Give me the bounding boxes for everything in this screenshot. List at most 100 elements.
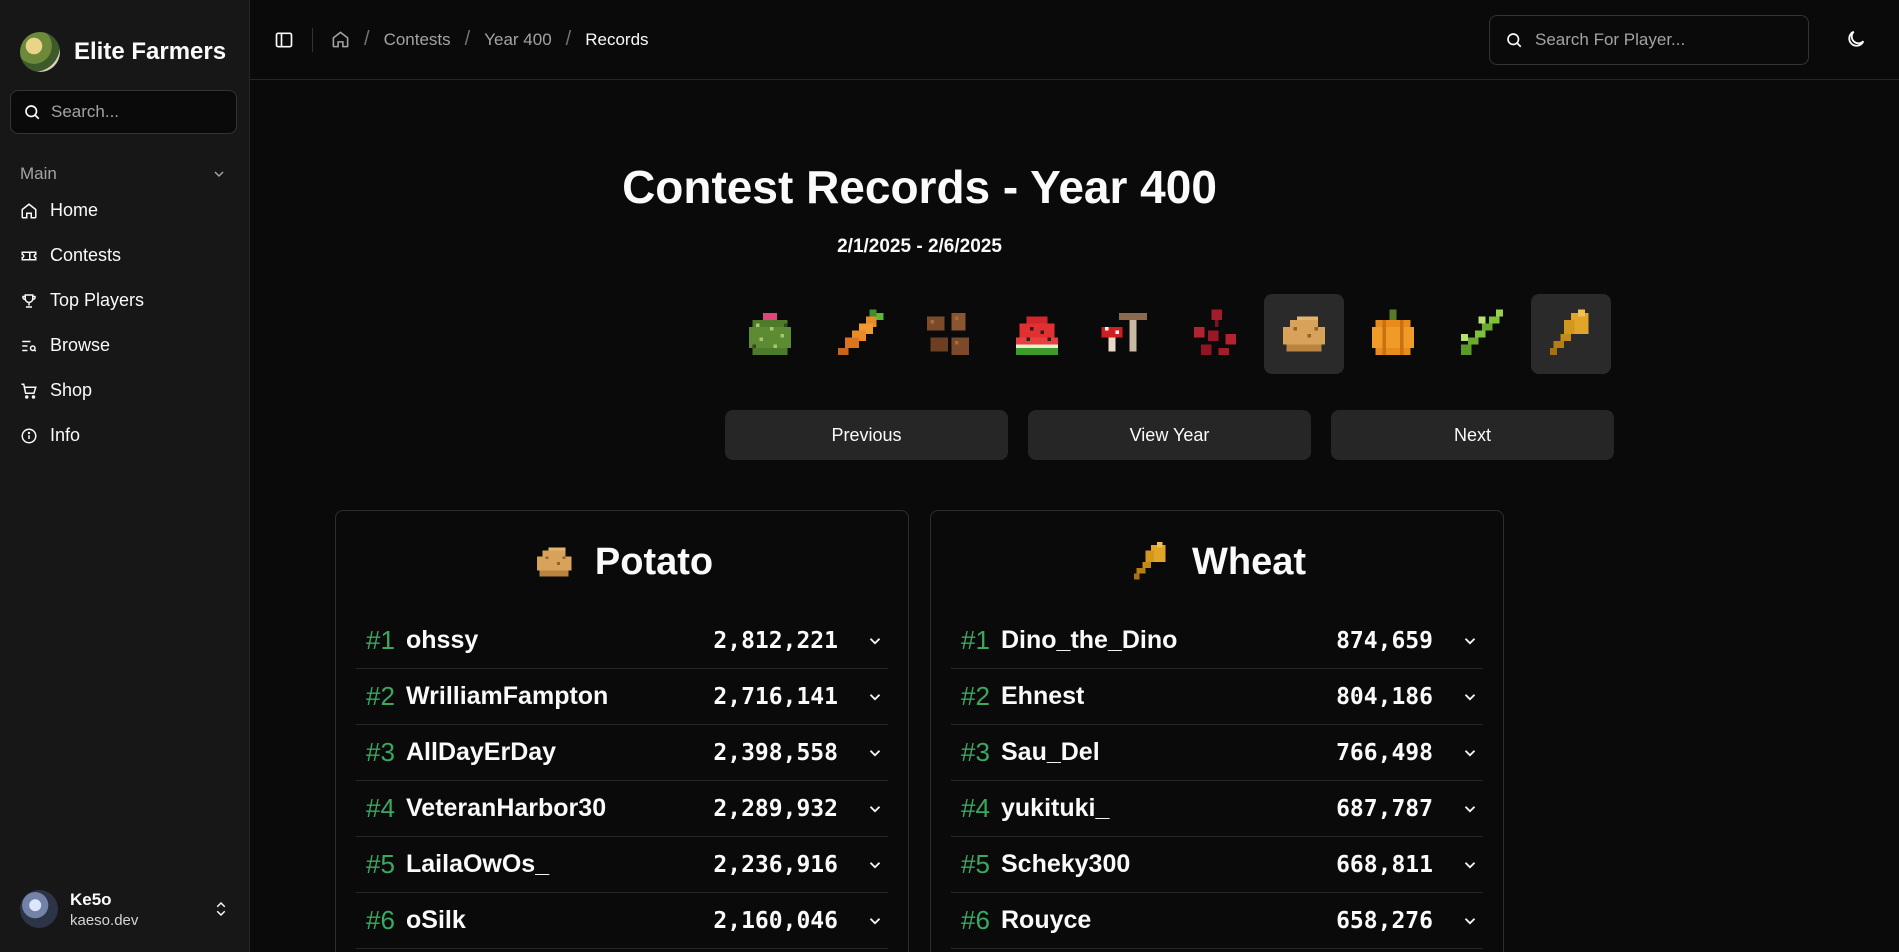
score: 804,186 xyxy=(1336,683,1433,710)
rank: #3 xyxy=(961,737,990,767)
user-subtitle: kaeso.dev xyxy=(70,911,139,929)
breadcrumb-separator: / xyxy=(464,28,471,50)
chevron-down-icon[interactable] xyxy=(866,800,884,818)
card-header: Potato xyxy=(336,511,908,599)
crop-selector xyxy=(730,294,1611,374)
search-icon xyxy=(1507,33,1522,48)
nav-group-main[interactable]: Main xyxy=(0,164,249,184)
player-name: Dino_the_Dino xyxy=(1001,626,1178,654)
sidebar-item-label: Home xyxy=(50,200,99,220)
avatar xyxy=(20,890,58,928)
player-name: Rouyce xyxy=(1001,906,1092,934)
player-name: oSilk xyxy=(406,906,466,934)
table-row[interactable]: #4 VeteranHarbor30 2,289,932 xyxy=(356,781,888,837)
chevron-down-icon[interactable] xyxy=(866,744,884,762)
breadcrumb-separator: / xyxy=(364,28,370,50)
chevron-down-icon[interactable] xyxy=(1461,744,1479,762)
previous-button[interactable]: Previous xyxy=(725,410,1008,460)
player-name: Sau_Del xyxy=(1001,738,1100,766)
table-row[interactable]: #3 Sau_Del 766,498 xyxy=(951,725,1483,781)
chevron-down-icon[interactable] xyxy=(866,856,884,874)
view-year-button[interactable]: View Year xyxy=(1028,410,1311,460)
crop-wheat[interactable] xyxy=(1531,294,1611,374)
chevron-down-icon[interactable] xyxy=(866,632,884,650)
table-row[interactable]: #6 Rouyce 658,276 xyxy=(951,893,1483,949)
user-menu[interactable]: Ke5o kaeso.dev xyxy=(0,866,250,952)
records-list: #1 ohssy 2,812,221 #2 WrilliamFampton 2,716,… xyxy=(356,613,888,949)
rank: #3 xyxy=(366,737,395,767)
score: 658,276 xyxy=(1336,907,1433,934)
crop-potato[interactable] xyxy=(1264,294,1344,374)
pumpkin-icon xyxy=(1372,309,1414,355)
score: 2,160,046 xyxy=(713,907,838,934)
sidebar-item-home[interactable]: Home xyxy=(0,188,249,233)
chevron-down-icon[interactable] xyxy=(1461,912,1479,930)
table-row[interactable]: #1 ohssy 2,812,221 xyxy=(356,613,888,669)
mushroom-icon xyxy=(1101,313,1147,352)
cactus-icon xyxy=(749,313,791,355)
table-row[interactable]: #1 Dino_the_Dino 874,659 xyxy=(951,613,1483,669)
rank: #1 xyxy=(961,625,990,655)
player-name: WrilliamFampton xyxy=(406,682,609,710)
home-icon[interactable] xyxy=(331,30,350,49)
card-title: Wheat xyxy=(1192,540,1306,583)
main-content: / Contests / Year 400 / Records Search F… xyxy=(250,0,1899,952)
table-row[interactable]: #2 WrilliamFampton 2,716,141 xyxy=(356,669,888,725)
records-list: #1 Dino_the_Dino 874,659 #2 Ehnest 804,186 #… xyxy=(951,613,1483,949)
browse-icon xyxy=(22,340,37,352)
next-button[interactable]: Next xyxy=(1331,410,1614,460)
sidebar-item-shop[interactable]: Shop xyxy=(0,368,249,413)
wheat-icon xyxy=(1133,541,1166,580)
sidebar-item-label: Browse xyxy=(50,335,111,355)
chevron-down-icon[interactable] xyxy=(1461,800,1479,818)
table-row[interactable]: #5 Scheky300 668,811 xyxy=(951,837,1483,893)
chevron-down-icon[interactable] xyxy=(866,912,884,930)
crop-melon[interactable] xyxy=(997,294,1077,374)
chevron-down-icon xyxy=(214,171,224,178)
sidebar: Elite Farmers Search... Main Home Contes… xyxy=(0,0,250,952)
score: 668,811 xyxy=(1336,851,1433,878)
theme-toggle-button[interactable] xyxy=(1845,28,1867,55)
sidebar-toggle-button[interactable] xyxy=(274,27,313,52)
rank: #5 xyxy=(961,849,990,879)
crop-cactus[interactable] xyxy=(730,294,810,374)
sidebar-item-browse[interactable]: Browse xyxy=(0,323,249,368)
chevron-down-icon[interactable] xyxy=(866,688,884,706)
cocoa-beans-icon xyxy=(927,313,969,355)
breadcrumb-separator: / xyxy=(565,28,572,50)
player-name: yukituki_ xyxy=(1001,794,1110,822)
rank: #6 xyxy=(366,905,395,935)
crop-carrot[interactable] xyxy=(819,294,899,374)
potato-records-card: Potato #1 ohssy 2,812,221 #2 WrilliamFampto… xyxy=(335,510,909,952)
breadcrumb-contests[interactable]: Contests xyxy=(384,30,451,50)
crop-mushroom[interactable] xyxy=(1086,294,1166,374)
rank: #4 xyxy=(961,793,990,823)
brand[interactable]: Elite Farmers xyxy=(0,0,249,76)
crop-pumpkin[interactable] xyxy=(1353,294,1433,374)
search-icon xyxy=(25,105,40,120)
score: 2,236,916 xyxy=(713,851,838,878)
crop-cocoa-beans[interactable] xyxy=(908,294,988,374)
sidebar-item-contests[interactable]: Contests xyxy=(0,233,249,278)
crop-sugar-cane[interactable] xyxy=(1442,294,1522,374)
sidebar-search-input[interactable]: Search... xyxy=(10,90,237,134)
player-search-input[interactable]: Search For Player... xyxy=(1489,15,1809,65)
chevron-down-icon[interactable] xyxy=(1461,856,1479,874)
breadcrumb-year[interactable]: Year 400 xyxy=(484,30,551,50)
crop-nether-wart[interactable] xyxy=(1175,294,1255,374)
table-row[interactable]: #5 LailaOwOs_ 2,236,916 xyxy=(356,837,888,893)
sidebar-item-info[interactable]: Info xyxy=(0,413,249,458)
rank: #4 xyxy=(366,793,395,823)
table-row[interactable]: #2 Ehnest 804,186 xyxy=(951,669,1483,725)
table-row[interactable]: #3 AllDayErDay 2,398,558 xyxy=(356,725,888,781)
player-name: LailaOwOs_ xyxy=(406,850,550,878)
chevron-down-icon[interactable] xyxy=(1461,632,1479,650)
player-name: Ehnest xyxy=(1001,682,1085,710)
chevron-down-icon[interactable] xyxy=(1461,688,1479,706)
table-row[interactable]: #4 yukituki_ 687,787 xyxy=(951,781,1483,837)
sidebar-item-top-players[interactable]: Top Players xyxy=(0,278,249,323)
cart-icon xyxy=(21,383,37,399)
brand-name: Elite Farmers xyxy=(74,38,227,65)
rank: #2 xyxy=(961,681,990,711)
table-row[interactable]: #6 oSilk 2,160,046 xyxy=(356,893,888,949)
